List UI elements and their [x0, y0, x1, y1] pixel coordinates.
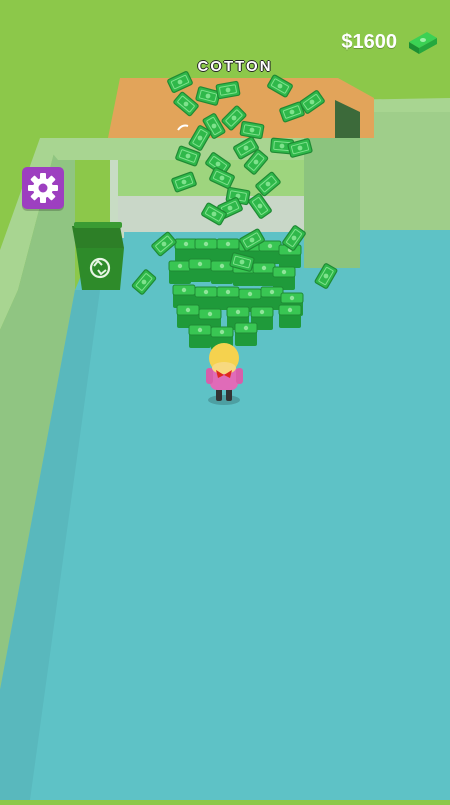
game-scene[interactable]: COTTON $1600: [0, 0, 450, 800]
game-world: [0, 0, 450, 800]
money-amount: $1600: [341, 31, 397, 53]
cash-stack-icon: [409, 32, 437, 54]
money-counter: $1600: [320, 26, 445, 60]
door-frame-right: [304, 138, 360, 268]
station-sign: COTTON: [197, 58, 273, 75]
gear-icon: [28, 173, 58, 203]
settings-button[interactable]: [22, 167, 64, 209]
